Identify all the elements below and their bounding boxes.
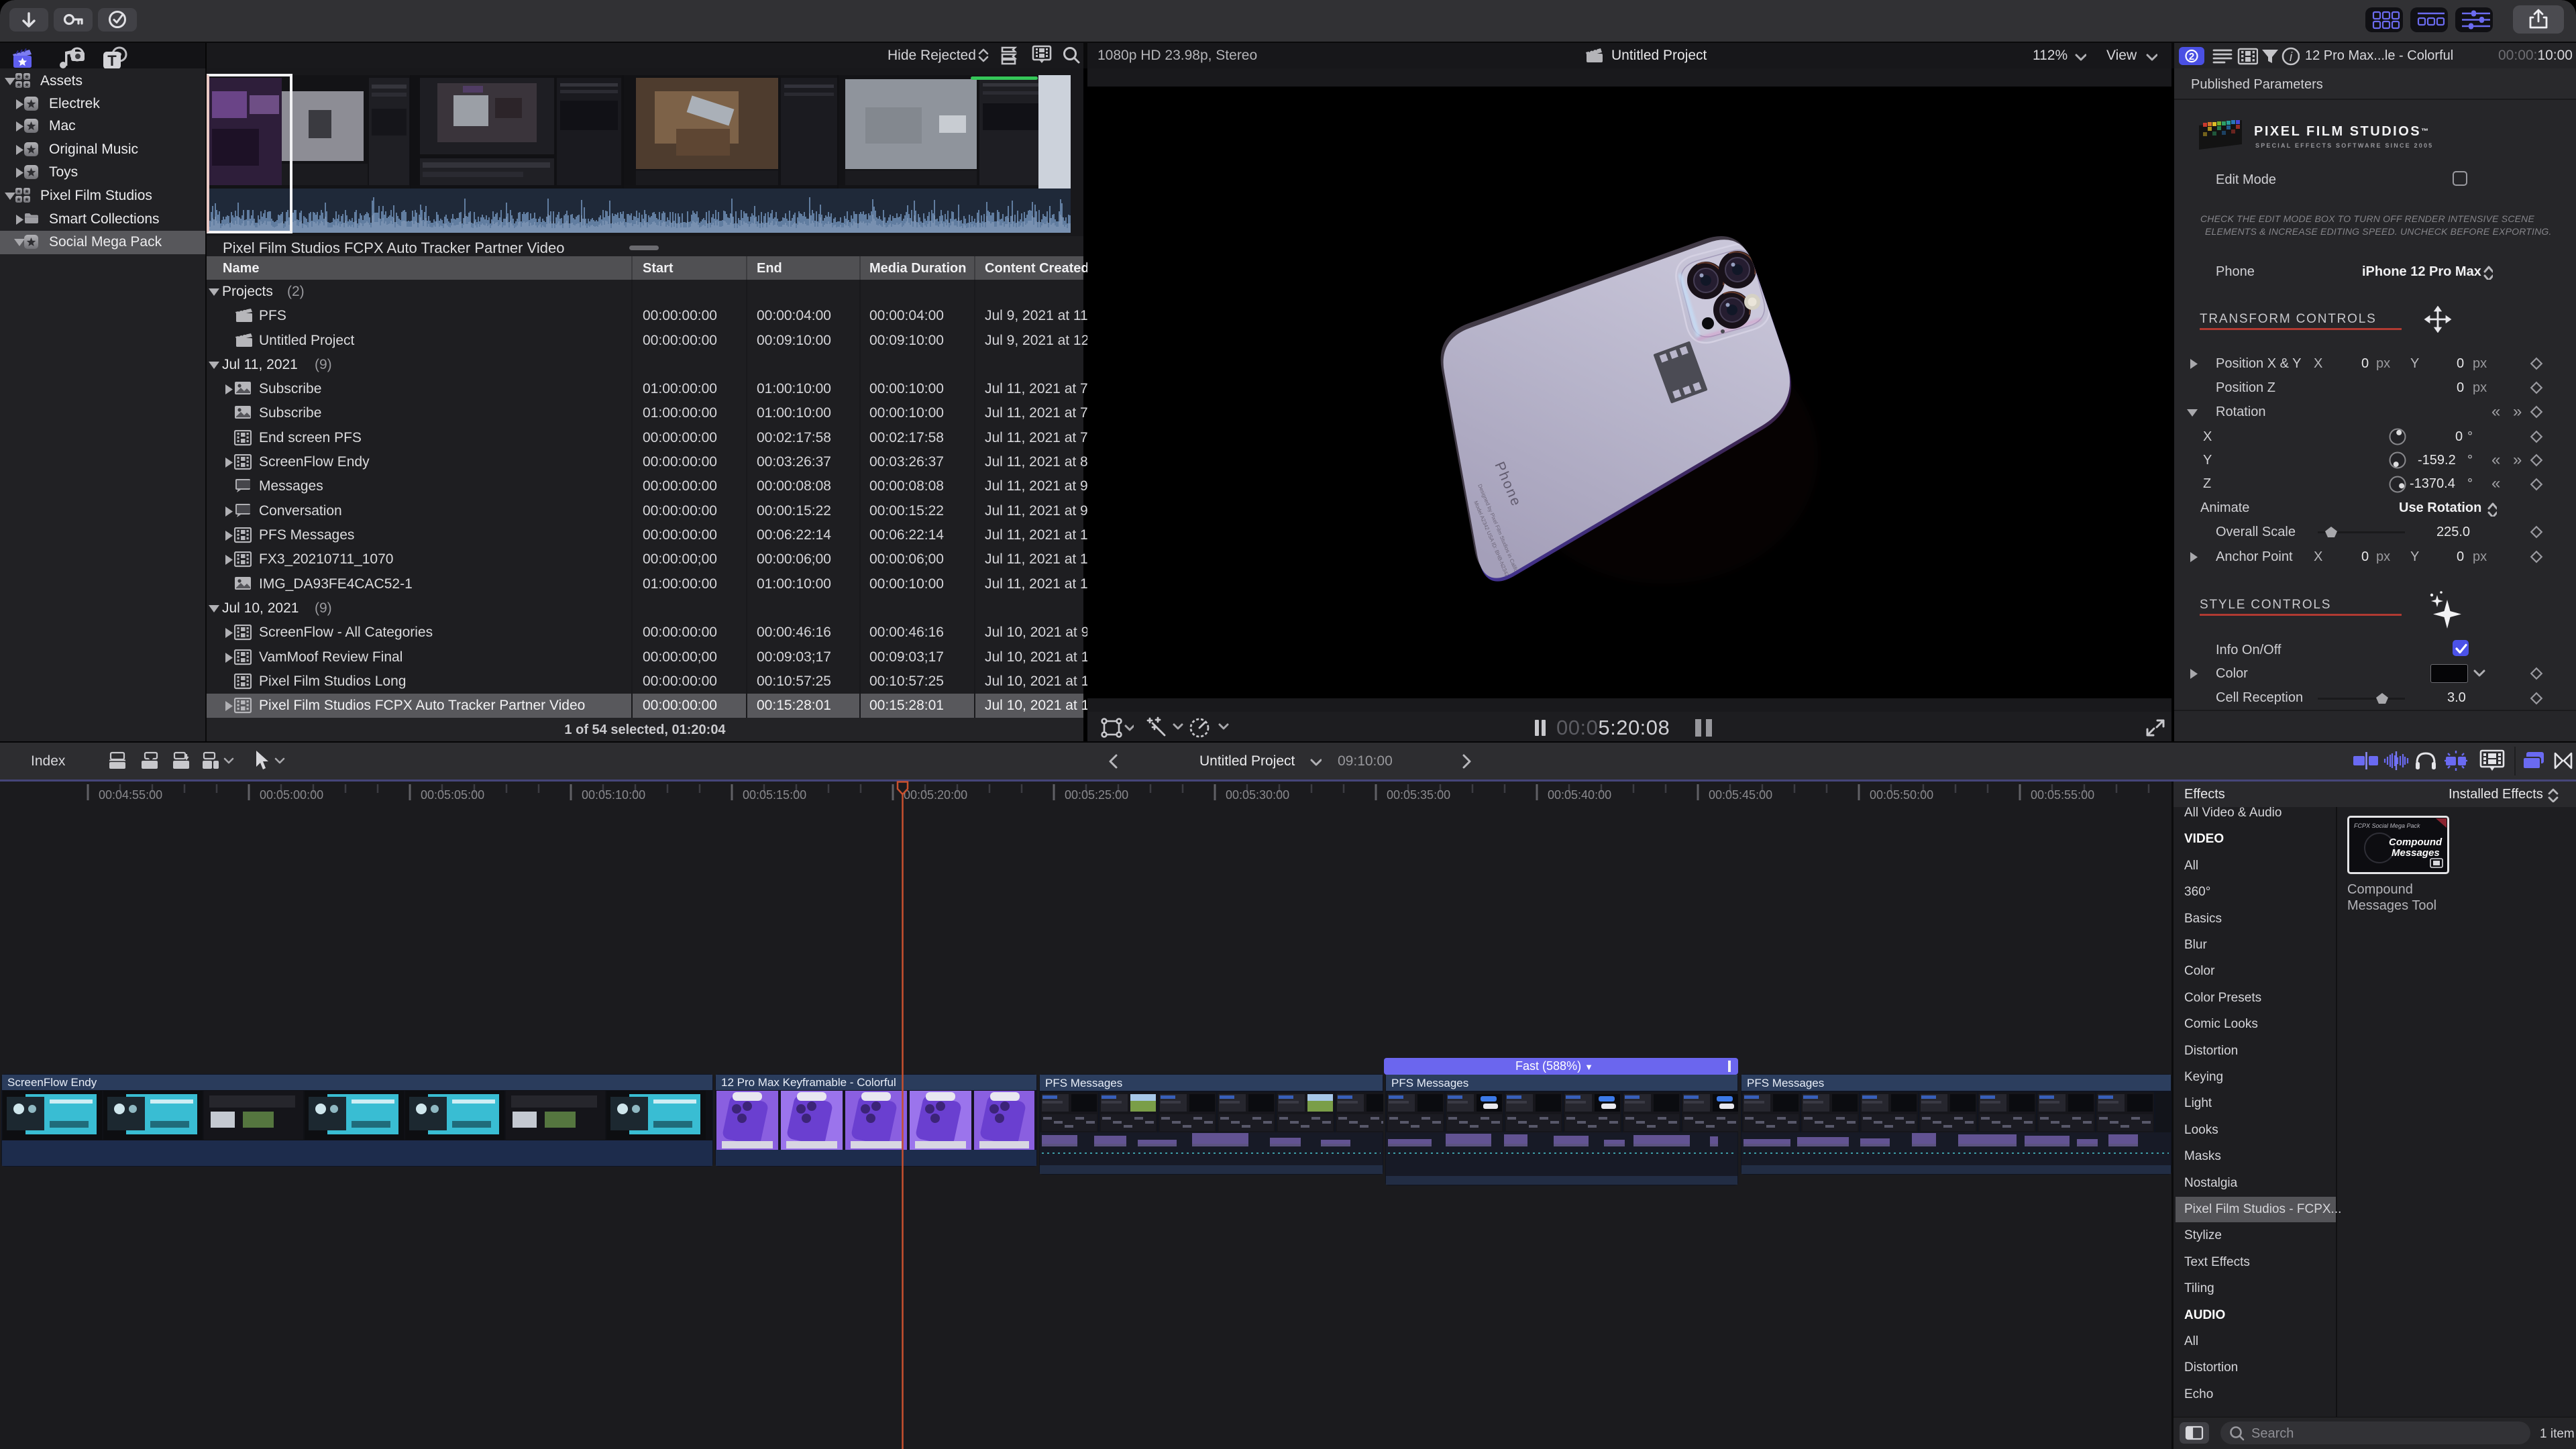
svg-text:Messages: Messages: [2392, 847, 2440, 859]
svg-text:T: T: [107, 52, 117, 69]
svg-text:PFS Messages: PFS Messages: [1747, 1077, 1824, 1089]
svg-text:2: 2: [2189, 51, 2194, 62]
svg-text:12 Pro Max Keyframable - Color: 12 Pro Max Keyframable - Colorful: [721, 1076, 896, 1089]
svg-text:Compound: Compound: [2389, 837, 2443, 848]
svg-text:FCPX Social Mega Pack: FCPX Social Mega Pack: [2354, 822, 2420, 829]
svg-text:PFS Messages: PFS Messages: [1045, 1077, 1122, 1089]
svg-text:ScreenFlow Endy: ScreenFlow Endy: [7, 1076, 97, 1089]
svg-text:PFS Messages: PFS Messages: [1391, 1077, 1468, 1089]
svg-text:i: i: [2290, 50, 2293, 64]
